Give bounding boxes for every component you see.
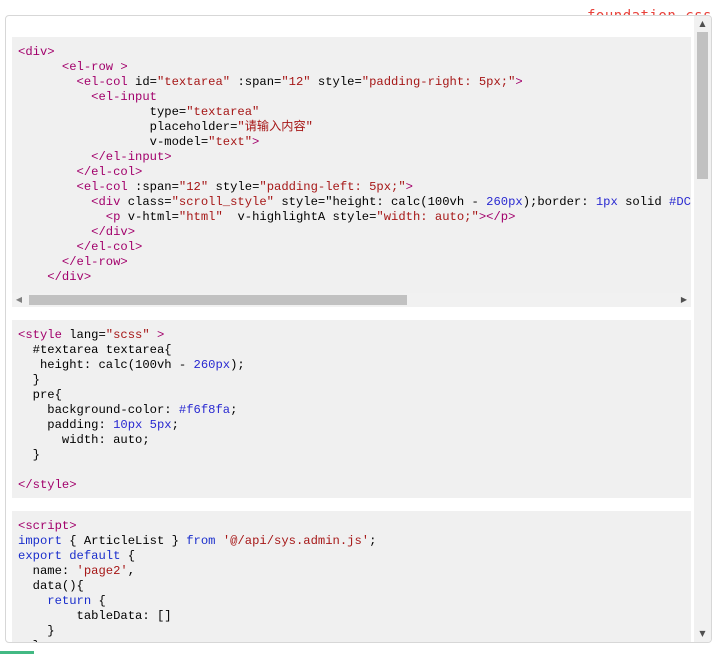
code-viewer-content: <div> <el-row > <el-col id="textarea" :s… [6,16,693,642]
code-line: padding: 10px 5px; [18,418,179,432]
code-line: import { ArticleList } from '@/api/sys.a… [18,534,377,548]
scroll-up-arrow-icon[interactable]: ▲ [694,16,711,32]
code-line: #textarea textarea{ [18,343,172,357]
code-line: </el-col> [76,240,143,254]
scroll-right-arrow-icon[interactable]: ▶ [677,293,691,307]
code-line: </style> [18,478,77,492]
code-line: <el-col :span="12" style="padding-left: … [76,180,413,194]
code-line: background-color: #f6f8fa; [18,403,238,417]
code-line: <div class="scroll_style" style="height:… [91,195,691,209]
code-line: type="textarea" [18,105,260,119]
code-viewer-panel: <div> <el-row > <el-col id="textarea" :s… [5,15,712,643]
code-line: } [18,639,40,642]
script-code-block: <script> import { ArticleList } from '@/… [12,511,691,642]
code-line: placeholder="请输入内容" [18,120,313,134]
horizontal-scroll-thumb[interactable] [29,295,407,305]
style-code-block: <style lang="scss" > #textarea textarea{… [12,320,691,498]
code-line: </div> [47,270,92,284]
style-code: <style lang="scss" > #textarea textarea{… [12,320,691,493]
code-line: pre{ [18,388,62,402]
code-line: name: 'page2', [18,564,136,578]
vertical-scroll-thumb[interactable] [697,32,708,179]
code-line: </el-row> [61,255,128,269]
code-line: } [18,624,55,638]
code-line: </div> [91,225,136,239]
code-line: <style lang="scss" > [18,328,165,342]
code-line: <el-col id="textarea" :span="12" style="… [76,75,523,89]
code-line: } [18,448,40,462]
code-line: <p v-html="html" v-highlightA style="wid… [105,210,516,224]
code-line: export default { [18,549,136,563]
code-line: v-model="text"> [18,135,260,149]
code-line: return { [47,594,106,608]
code-line: height: calc(100vh - 260px); [18,358,245,372]
code-line: </el-input> [91,150,172,164]
code-line: tableData: [] [18,609,172,623]
code-line: <div> [18,45,55,59]
horizontal-scrollbar[interactable]: ◀ ▶ [12,293,691,307]
script-code: <script> import { ArticleList } from '@/… [12,511,691,642]
template-code: <div> <el-row > <el-col id="textarea" :s… [12,37,691,285]
code-line: <el-row > [61,60,128,74]
code-line: data(){ [18,579,84,593]
code-line: <script> [18,519,77,533]
code-line: <el-input [91,90,157,104]
scroll-down-arrow-icon[interactable]: ▼ [694,626,711,642]
code-line: } [18,373,40,387]
template-code-block: <div> <el-row > <el-col id="textarea" :s… [12,37,691,307]
code-line: </el-col> [76,165,143,179]
vertical-scrollbar[interactable]: ▲ ▼ [694,16,711,642]
scroll-left-arrow-icon[interactable]: ◀ [12,293,26,307]
code-line: width: auto; [18,433,150,447]
